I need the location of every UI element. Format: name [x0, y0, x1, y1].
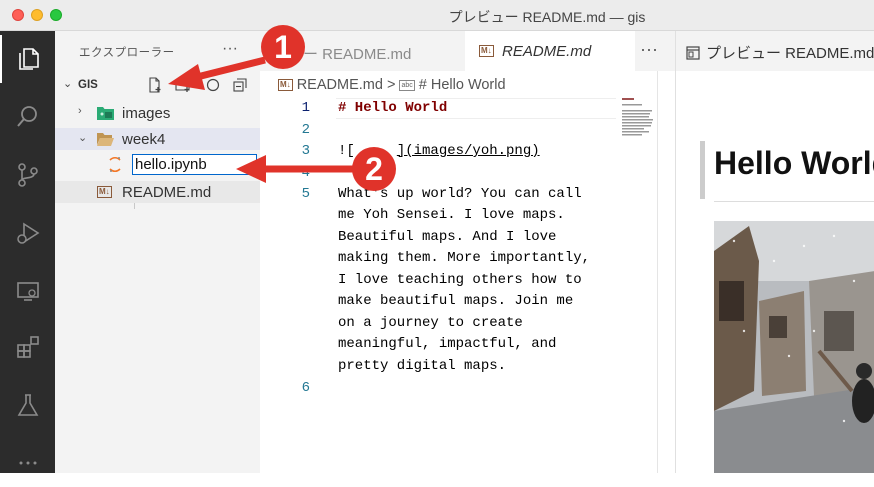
- open-folder-icon: [97, 133, 114, 146]
- tree-item-label: images: [122, 105, 171, 122]
- markdown-preview-panel: プレビュー README.md Hello World: [675, 31, 874, 473]
- markdown-icon: M↓: [278, 79, 293, 92]
- callout-badge-2: 2: [352, 147, 396, 191]
- tab-markdown-preview[interactable]: プレビュー README.md: [686, 42, 874, 63]
- editor-group: ュー README.md M↓ README.md ··· M↓ README.…: [260, 31, 675, 473]
- editor-more-icon[interactable]: ···: [640, 39, 658, 60]
- run-debug-icon[interactable]: [0, 209, 55, 257]
- preview-heading-marker: [700, 141, 705, 199]
- window-title: プレビュー README.md — gis: [448, 9, 646, 25]
- breadcrumb-symbol[interactable]: # Hello World: [419, 77, 506, 93]
- chevron-down-icon: ⌄: [63, 78, 73, 90]
- remote-explorer-icon[interactable]: [0, 267, 55, 315]
- breadcrumb-separator: >: [386, 77, 396, 93]
- editor-scrollbar-track[interactable]: [657, 71, 658, 473]
- editor-tab-bar: ュー README.md M↓ README.md ···: [260, 31, 675, 71]
- markdown-icon: M↓: [479, 45, 494, 57]
- callout-badge-1: 1: [261, 25, 305, 69]
- jupyter-notebook-icon: [109, 156, 121, 173]
- source-control-icon[interactable]: [0, 151, 55, 199]
- preview-tab-bar: プレビュー README.md: [676, 31, 874, 71]
- new-file-icon[interactable]: [147, 77, 163, 93]
- explorer-icon[interactable]: [0, 35, 55, 83]
- tab-label: README.md: [502, 43, 592, 60]
- breadcrumb: M↓ README.md > abc # Hello World: [278, 77, 506, 93]
- tree-item-week4[interactable]: ⌄ week4: [55, 128, 260, 150]
- workspace-root-label: GIS: [78, 79, 98, 91]
- code-line-wrap: make beautiful maps. Join me: [338, 293, 574, 309]
- symbol-string-icon: abc: [399, 79, 415, 91]
- tree-item-readme[interactable]: M↓ README.md: [55, 181, 260, 203]
- workspace-root-row[interactable]: ⌄ GIS: [55, 75, 260, 97]
- tree-item-label: README.md: [122, 184, 212, 201]
- search-icon[interactable]: [0, 93, 55, 141]
- line-number: 3: [301, 143, 310, 159]
- testing-flask-icon[interactable]: [0, 381, 55, 429]
- collapse-all-icon[interactable]: [232, 77, 248, 93]
- tab-label: プレビュー README.md: [706, 45, 874, 62]
- line-number: 1: [301, 100, 310, 116]
- images-folder-icon: [97, 107, 114, 120]
- code-line-wrap: meaningful, impactful, and: [338, 336, 557, 352]
- rename-file-input[interactable]: [132, 154, 257, 175]
- tab-readme[interactable]: M↓ README.md: [465, 31, 635, 71]
- breadcrumb-file[interactable]: README.md: [297, 77, 383, 93]
- code-line-wrap: Beautiful maps. And I love: [338, 229, 557, 245]
- explorer-sidebar: エクスプローラー ··· ⌄ GIS › images ⌄ week4 M↓ R…: [55, 31, 260, 473]
- code-line-wrap: making them. More importantly,: [338, 250, 591, 266]
- line-number: 5: [301, 186, 310, 202]
- code-line-wrap: I love teaching others how to: [338, 272, 582, 288]
- extensions-icon[interactable]: [0, 323, 55, 371]
- line-number: 4: [301, 165, 310, 181]
- chevron-down-icon: ⌄: [78, 132, 88, 144]
- more-activities-icon[interactable]: [0, 439, 55, 487]
- title-bar: プレビュー README.md — gis: [0, 0, 874, 31]
- preview-heading: Hello World: [714, 145, 874, 181]
- code-line-wrap: on a journey to create: [338, 315, 523, 331]
- markdown-icon: M↓: [97, 186, 112, 198]
- preview-heading-rule: [714, 201, 874, 202]
- preview-image: [714, 221, 874, 473]
- code-line-wrap: me Yoh Sensei. I love maps.: [338, 207, 565, 223]
- code-line: # Hello World: [338, 100, 448, 116]
- explorer-more-icon[interactable]: ···: [222, 40, 238, 58]
- tree-item-images[interactable]: › images: [55, 102, 260, 124]
- minimap[interactable]: [620, 97, 656, 137]
- activity-bar: [0, 31, 55, 473]
- line-number: 6: [301, 380, 310, 396]
- explorer-title: エクスプローラー: [79, 47, 175, 59]
- tab-label: ュー README.md: [288, 46, 412, 63]
- refresh-icon[interactable]: [205, 77, 221, 93]
- new-folder-icon[interactable]: [175, 77, 191, 93]
- line-number: 2: [301, 122, 310, 138]
- code-line-wrap: pretty digital maps.: [338, 358, 507, 374]
- tree-item-label: week4: [122, 131, 166, 148]
- preview-icon: [686, 46, 700, 60]
- chevron-right-icon: ›: [78, 105, 82, 117]
